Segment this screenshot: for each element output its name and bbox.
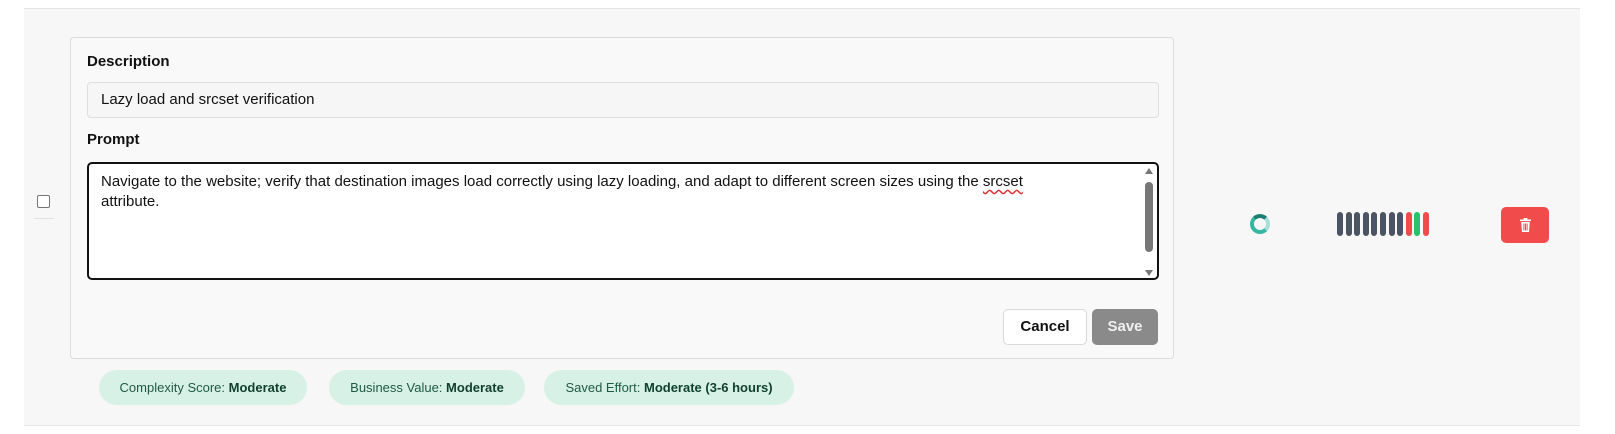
prompt-text-end: attribute. bbox=[101, 193, 160, 210]
checkbox-divider bbox=[34, 218, 54, 219]
complexity-score-tag: Complexity Score: Moderate bbox=[99, 370, 307, 405]
run-status-bar-gray[interactable] bbox=[1371, 212, 1377, 236]
spinner-icon bbox=[1250, 214, 1270, 234]
run-status-bar-gray[interactable] bbox=[1354, 212, 1360, 236]
scroll-thumb[interactable] bbox=[1145, 182, 1153, 252]
textarea-scrollbar[interactable] bbox=[1144, 168, 1154, 276]
tag-label: Saved Effort: bbox=[565, 380, 641, 395]
scroll-down-arrow-icon[interactable] bbox=[1145, 270, 1153, 276]
saved-effort-tag: Saved Effort: Moderate (3-6 hours) bbox=[544, 370, 794, 405]
run-status-bar-green[interactable] bbox=[1414, 212, 1420, 236]
run-status-bar-gray[interactable] bbox=[1380, 212, 1386, 236]
save-button[interactable]: Save bbox=[1092, 309, 1158, 345]
cancel-button[interactable]: Cancel bbox=[1003, 309, 1087, 345]
description-input[interactable]: Lazy load and srcset verification bbox=[87, 82, 1159, 118]
run-status-bar-gray[interactable] bbox=[1389, 212, 1395, 236]
description-label: Description bbox=[87, 53, 170, 70]
tag-label: Business Value: bbox=[350, 380, 443, 395]
run-status-bar-red[interactable] bbox=[1406, 212, 1412, 236]
tag-value: Moderate bbox=[446, 380, 504, 395]
prompt-label: Prompt bbox=[87, 131, 140, 148]
run-status-bar-gray[interactable] bbox=[1346, 212, 1352, 236]
tag-label: Complexity Score: bbox=[119, 380, 226, 395]
prompt-text-start: Navigate to the website; verify that des… bbox=[101, 173, 983, 190]
run-status-bar-gray[interactable] bbox=[1363, 212, 1369, 236]
run-status-bar-gray[interactable] bbox=[1337, 212, 1343, 236]
prompt-textarea[interactable]: Navigate to the website; verify that des… bbox=[87, 162, 1159, 280]
tag-value: Moderate bbox=[228, 380, 287, 395]
delete-button[interactable] bbox=[1501, 207, 1549, 243]
run-status-bar-gray[interactable] bbox=[1397, 212, 1403, 236]
business-value-tag: Business Value: Moderate bbox=[329, 370, 525, 405]
tag-value: Moderate (3-6 hours) bbox=[643, 380, 773, 395]
scroll-up-arrow-icon[interactable] bbox=[1145, 168, 1153, 174]
run-status-bar-red[interactable] bbox=[1423, 212, 1429, 236]
row-select-checkbox[interactable] bbox=[37, 195, 50, 208]
spellcheck-flagged-word: srcset bbox=[982, 173, 1023, 190]
trash-icon bbox=[1520, 218, 1531, 232]
